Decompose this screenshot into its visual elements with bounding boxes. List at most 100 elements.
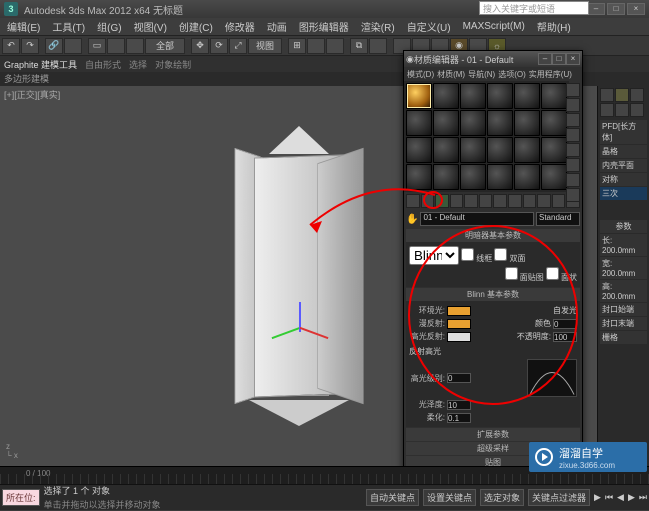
material-slot[interactable]	[460, 83, 486, 109]
spec-level-spinner[interactable]: 0	[447, 373, 471, 383]
param-field[interactable]: 长: 200.0mm	[600, 234, 647, 256]
percent-snap-button[interactable]	[326, 38, 344, 54]
material-slot[interactable]	[541, 83, 567, 109]
dialog-titlebar[interactable]: ◉ 材质编辑器 - 01 - Default – □ ×	[404, 51, 582, 67]
material-name-dropdown[interactable]: 01 - Default	[420, 212, 534, 226]
wire-check[interactable]: 线框	[461, 248, 492, 264]
material-slot[interactable]	[406, 137, 432, 163]
material-slot[interactable]	[514, 164, 540, 190]
get-material-icon[interactable]	[406, 194, 420, 208]
undo-button[interactable]: ↶	[2, 38, 20, 54]
material-slot[interactable]	[460, 164, 486, 190]
backlight-icon[interactable]	[566, 98, 580, 112]
param-field[interactable]: 高: 200.0mm	[600, 280, 647, 302]
redo-button[interactable]: ↷	[21, 38, 39, 54]
material-slot[interactable]	[541, 137, 567, 163]
angle-snap-button[interactable]	[307, 38, 325, 54]
rollout-blinn-basic[interactable]: Blinn 基本参数	[406, 288, 580, 301]
key-filter-dropdown[interactable]: 选定对象	[480, 489, 524, 506]
select-by-mat-icon[interactable]	[566, 188, 580, 202]
material-slot[interactable]	[487, 110, 513, 136]
material-slot[interactable]	[487, 137, 513, 163]
param-check[interactable]: 封口始端	[600, 303, 647, 316]
move-button[interactable]: ✥	[191, 38, 209, 54]
video-check-icon[interactable]	[566, 143, 580, 157]
material-slot[interactable]	[433, 83, 459, 109]
maximize-button[interactable]: □	[607, 3, 625, 15]
selfillum-spinner[interactable]: 0	[553, 319, 577, 329]
select-name-button[interactable]	[107, 38, 125, 54]
glossiness-spinner[interactable]: 10	[447, 400, 471, 410]
material-editor-dialog[interactable]: ◉ 材质编辑器 - 01 - Default – □ × 模式(D) 材质(M)…	[403, 50, 583, 472]
unlink-button[interactable]	[64, 38, 82, 54]
utilities-tab[interactable]	[630, 103, 644, 117]
menu-create[interactable]: 创建(C)	[174, 18, 218, 35]
ribbon-tab-select[interactable]: 选择	[129, 58, 147, 71]
material-id-icon[interactable]	[508, 194, 522, 208]
modifier-item[interactable]: 晶格	[600, 145, 647, 158]
sample-type-icon[interactable]	[566, 83, 580, 97]
reset-map-icon[interactable]	[450, 194, 464, 208]
menu-animation[interactable]: 动画	[262, 18, 292, 35]
twosided-check[interactable]: 双面	[494, 248, 525, 264]
menu-view[interactable]: 视图(V)	[129, 18, 172, 35]
material-slot-1[interactable]	[406, 83, 432, 109]
opacity-spinner[interactable]: 100	[553, 332, 577, 342]
param-check[interactable]: 栅格	[600, 331, 647, 344]
material-slot[interactable]	[406, 110, 432, 136]
goto-end-button[interactable]: ⏭	[639, 492, 647, 503]
setkey-button[interactable]: 设置关键点	[423, 489, 476, 506]
background-icon[interactable]	[566, 113, 580, 127]
facemap-check[interactable]: 面贴图	[505, 267, 544, 283]
prev-frame-button[interactable]: ◀	[617, 492, 624, 503]
filter-dropdown[interactable]: 全部	[145, 38, 185, 54]
diffuse-swatch[interactable]	[447, 319, 471, 329]
select-region-button[interactable]	[126, 38, 144, 54]
display-tab[interactable]	[615, 103, 629, 117]
mat-menu-mode[interactable]: 模式(D)	[407, 69, 434, 80]
mat-menu-nav[interactable]: 导航(N)	[468, 69, 495, 80]
material-slot[interactable]	[433, 137, 459, 163]
menu-graph[interactable]: 图形编辑器	[294, 18, 354, 35]
autokey-button[interactable]: 自动关键点	[366, 489, 419, 506]
minimize-button[interactable]: –	[587, 3, 605, 15]
scene-object[interactable]	[199, 136, 399, 416]
soften-spinner[interactable]: 0.1	[447, 413, 471, 423]
ribbon-tab-graphite[interactable]: Graphite 建模工具	[4, 58, 77, 71]
close-button[interactable]: ×	[627, 3, 645, 15]
go-parent-icon[interactable]	[552, 194, 566, 208]
menu-maxscript[interactable]: MAXScript(M)	[458, 20, 530, 33]
uv-tile-icon[interactable]	[566, 128, 580, 142]
param-field[interactable]: 宽: 200.0mm	[600, 257, 647, 279]
next-frame-button[interactable]: ▶	[628, 492, 635, 503]
key-filters-button[interactable]: 关键点过滤器	[528, 489, 590, 506]
mat-menu-material[interactable]: 材质(M)	[437, 69, 465, 80]
put-to-library-icon[interactable]	[493, 194, 507, 208]
align-button[interactable]	[369, 38, 387, 54]
material-type-button[interactable]: Standard	[536, 212, 580, 226]
mat-menu-options[interactable]: 选项(O)	[498, 69, 526, 80]
shader-dropdown[interactable]: Blinn	[409, 246, 459, 265]
material-slot[interactable]	[514, 137, 540, 163]
dialog-maximize-button[interactable]: □	[552, 53, 566, 65]
modifier-item[interactable]: 对称	[600, 173, 647, 186]
viewport-label[interactable]: [+][正交][真实]	[4, 88, 60, 101]
pick-material-icon[interactable]: ✋	[406, 214, 418, 225]
modifier-item[interactable]: 内壳平面	[600, 159, 647, 172]
preview-icon[interactable]	[566, 158, 580, 172]
material-slot[interactable]	[541, 164, 567, 190]
modify-tab[interactable]	[615, 88, 629, 102]
faceted-check[interactable]: 面状	[546, 267, 577, 283]
rollout-shader-basic[interactable]: 明暗器基本参数	[406, 229, 580, 242]
refsys-dropdown[interactable]: 视图	[248, 38, 282, 54]
material-slot[interactable]	[460, 137, 486, 163]
rotate-button[interactable]: ⟳	[210, 38, 228, 54]
motion-tab[interactable]	[600, 103, 614, 117]
scale-button[interactable]: ⤢	[229, 38, 247, 54]
menu-custom[interactable]: 自定义(U)	[402, 18, 456, 35]
ambient-swatch[interactable]	[447, 306, 471, 316]
mirror-button[interactable]: ⧉	[350, 38, 368, 54]
material-slot[interactable]	[487, 83, 513, 109]
options-icon[interactable]	[566, 173, 580, 187]
menu-render[interactable]: 渲染(R)	[356, 18, 400, 35]
